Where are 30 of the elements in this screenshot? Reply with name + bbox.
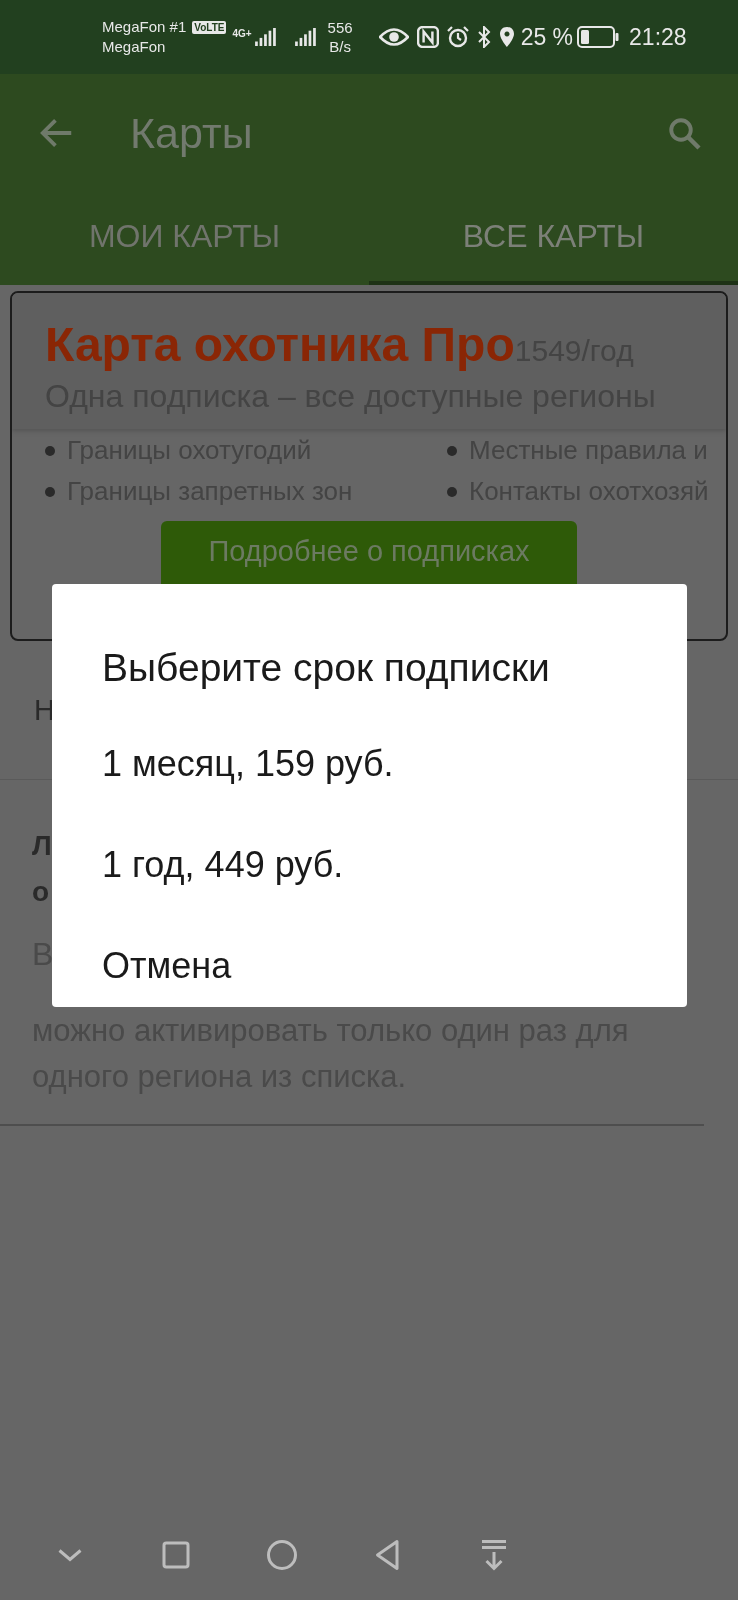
dialog-title: Выберите срок подписки <box>102 646 550 690</box>
bullet-icon <box>45 486 55 497</box>
signal-icon <box>253 28 276 46</box>
alarm-icon <box>446 26 469 48</box>
bluetooth-icon <box>476 26 491 48</box>
section-heading: Л <box>32 829 52 863</box>
network-type: 4G+ <box>232 28 252 39</box>
battery-percent: 25 % <box>520 23 574 51</box>
eye-icon <box>378 26 409 48</box>
carrier-name: MegaFon #1 <box>102 17 187 37</box>
home-icon[interactable] <box>264 1537 300 1573</box>
dialog-option[interactable]: 1 год, 449 руб. <box>102 845 344 885</box>
volte-badge: VoLTE <box>192 20 227 34</box>
carrier-name: MegaFon <box>102 37 167 57</box>
speed-value: 556 <box>327 18 353 37</box>
battery-icon <box>577 26 620 48</box>
nfc-icon <box>416 26 439 48</box>
card-title: Карта охотника Про <box>45 317 515 372</box>
bullet-icon <box>45 445 55 456</box>
dialog-option[interactable]: 1 месяц, 159 руб. <box>102 744 394 784</box>
app-title: Карты <box>130 108 254 158</box>
section-heading: о <box>32 875 50 909</box>
speed-unit: B/s <box>329 37 351 56</box>
location-icon <box>498 26 515 48</box>
search-icon[interactable] <box>666 115 702 151</box>
cancel-button[interactable]: Отмена <box>102 946 232 986</box>
bullet-icon <box>447 486 457 497</box>
clock: 21:28 <box>629 23 687 51</box>
signal-icon <box>293 28 316 46</box>
bullet-icon <box>447 445 457 456</box>
